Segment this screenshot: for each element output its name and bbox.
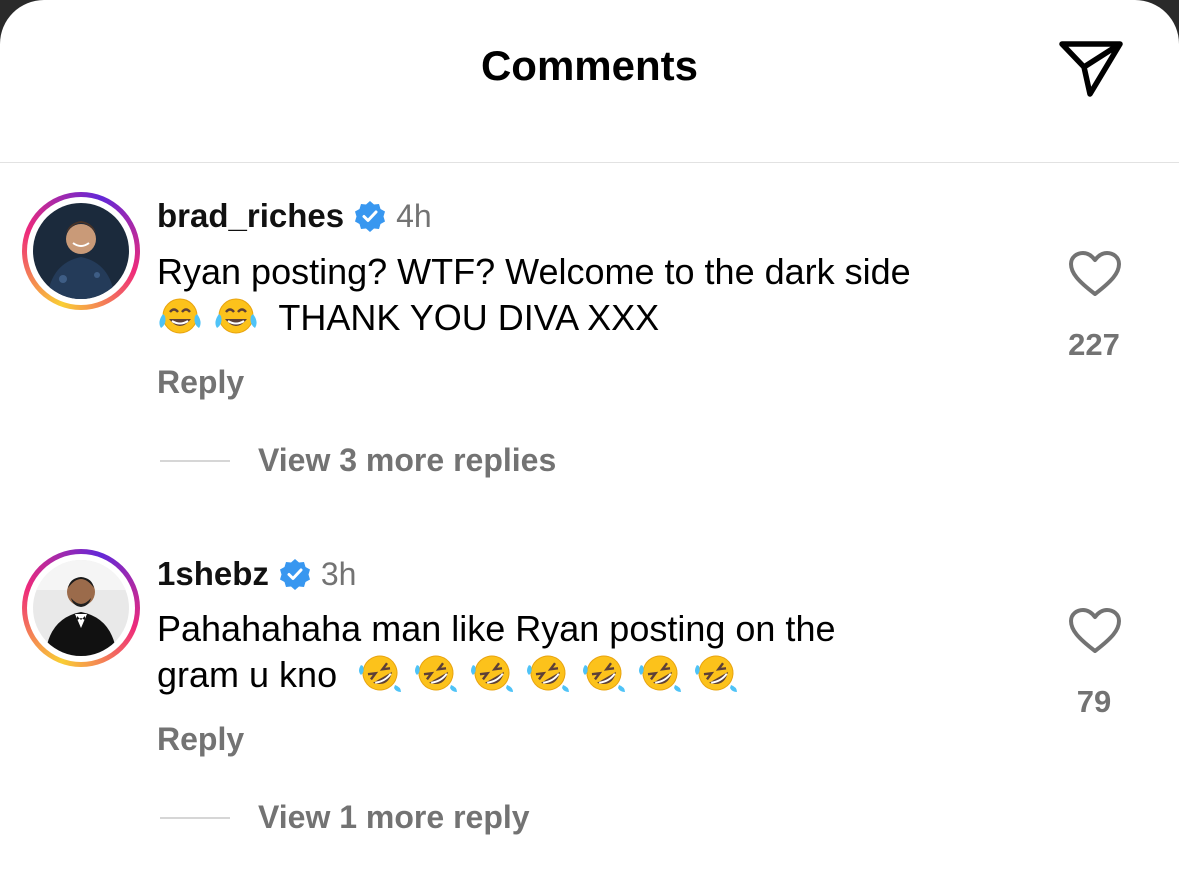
rolling-on-the-floor-laughing-icon (693, 653, 739, 693)
comment-username[interactable]: 1shebz (157, 555, 269, 593)
comment-text: Ryan posting? WTF? Welcome to the dark s… (157, 249, 1037, 341)
comment-text-line: Ryan posting? WTF? Welcome to the dark s… (157, 251, 911, 292)
comment-text-line-end: THANK YOU DIVA XXX (278, 297, 660, 338)
rolling-on-the-floor-laughing-icon (525, 653, 571, 693)
heart-icon[interactable] (1068, 607, 1122, 655)
like-count: 79 (1076, 684, 1112, 719)
heart-icon[interactable] (1068, 250, 1122, 298)
comment-meta: 1shebz 3h (157, 552, 356, 596)
view-more-replies-button[interactable]: View 1 more reply (160, 799, 530, 836)
avatar-ring[interactable] (22, 549, 140, 667)
comment-timestamp: 3h (320, 555, 357, 592)
face-with-tears-of-joy-icon (157, 296, 203, 336)
rolling-on-the-floor-laughing-icon (469, 653, 515, 693)
comments-sheet: Comments brad_riches 4h Ryan posting? WT… (0, 0, 1179, 883)
thread-line (160, 459, 230, 462)
face-with-tears-of-joy-icon (213, 296, 259, 336)
header-title: Comments (480, 42, 699, 89)
comment-meta: brad_riches 4h (157, 194, 432, 238)
reply-button[interactable]: Reply (157, 364, 244, 401)
comment-text-line-2: gram u kno (157, 652, 1037, 698)
thread-line (160, 816, 230, 819)
view-more-replies-label: View 3 more replies (258, 442, 557, 478)
rolling-on-the-floor-laughing-icon (581, 653, 627, 693)
comment-username[interactable]: brad_riches (157, 197, 344, 235)
verified-badge-icon (279, 558, 311, 590)
view-more-replies-label: View 1 more reply (258, 799, 530, 835)
comment-text-line-start: gram u kno (157, 654, 338, 695)
avatar-ring[interactable] (22, 192, 140, 310)
avatar (33, 560, 129, 656)
comment-timestamp: 4h (396, 197, 432, 234)
rolling-on-the-floor-laughing-icon (357, 653, 403, 693)
comment-text-line-2: THANK YOU DIVA XXX (157, 295, 1037, 341)
send-icon[interactable] (1056, 36, 1126, 100)
comment-text-line: Pahahahaha man like Ryan posting on the (157, 608, 836, 649)
verified-badge-icon (354, 200, 386, 232)
rolling-on-the-floor-laughing-icon (413, 653, 459, 693)
comment-text: Pahahahaha man like Ryan posting on the … (157, 606, 1037, 698)
rolling-on-the-floor-laughing-icon (637, 653, 683, 693)
comments-header: Comments (0, 0, 1179, 163)
avatar (33, 203, 129, 299)
like-count: 227 (1068, 327, 1120, 362)
reply-button[interactable]: Reply (157, 721, 244, 758)
view-more-replies-button[interactable]: View 3 more replies (160, 442, 556, 479)
